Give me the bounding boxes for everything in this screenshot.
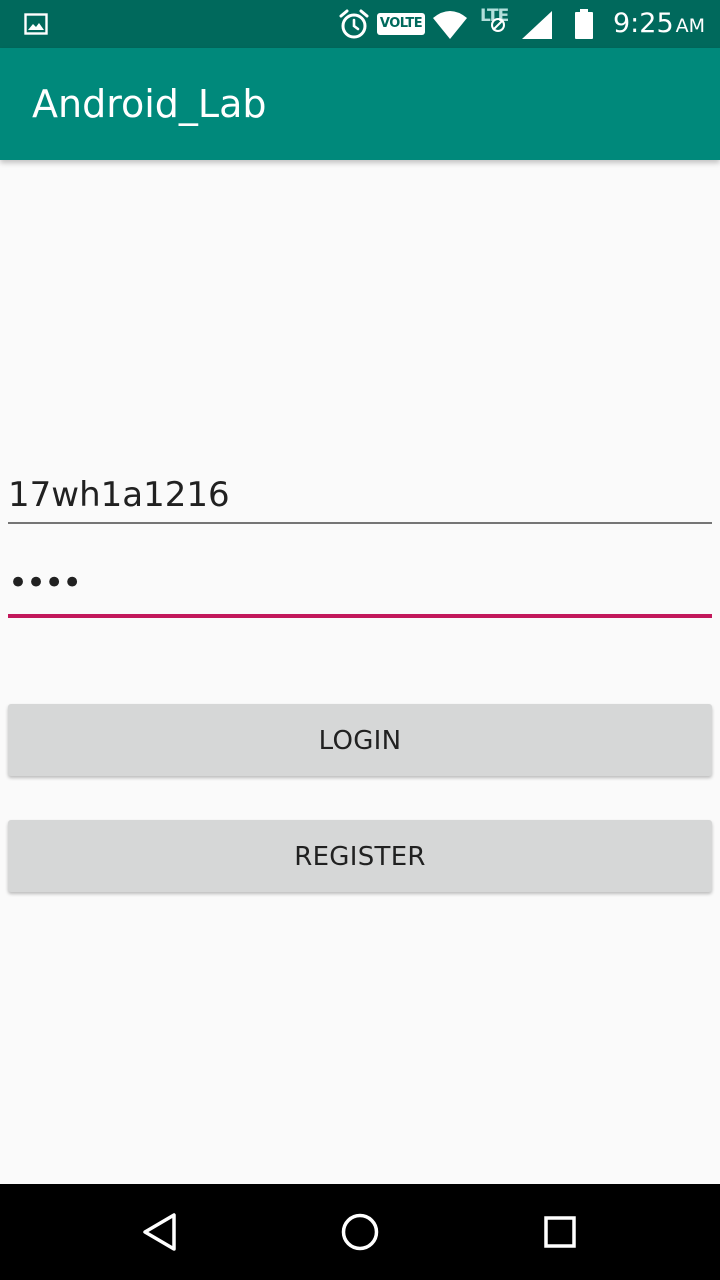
username-value: 17wh1a1216 [8,475,230,515]
password-underline-focused [8,614,712,618]
clock-time: 9:25 [613,8,674,39]
lte-icon: LTE [480,6,516,36]
signal-icon [522,11,552,39]
back-icon[interactable] [136,1208,184,1256]
username-field[interactable]: 17wh1a1216 [8,466,712,524]
password-field[interactable]: •••• [8,556,712,618]
wifi-icon [433,11,467,39]
data-off-icon [491,18,505,32]
home-icon[interactable] [336,1208,384,1256]
alarm-icon [339,9,369,39]
status-bar: VOLTE LTE 9:25 AM [0,0,720,48]
navigation-bar [0,1184,720,1280]
clock-ampm: AM [675,15,706,37]
password-value: •••• [8,563,82,603]
username-underline [8,522,712,524]
app-title: Android_Lab [32,82,267,126]
app-bar: Android_Lab [0,48,720,160]
battery-icon [575,9,593,39]
recents-icon[interactable] [536,1208,584,1256]
status-clock: 9:25 AM [613,6,705,42]
login-form: 17wh1a1216 •••• LOGIN REGISTER [0,160,720,1184]
login-button[interactable]: LOGIN [8,704,712,776]
register-button[interactable]: REGISTER [8,820,712,892]
volte-badge: VOLTE [377,13,425,35]
gallery-icon [24,13,48,35]
